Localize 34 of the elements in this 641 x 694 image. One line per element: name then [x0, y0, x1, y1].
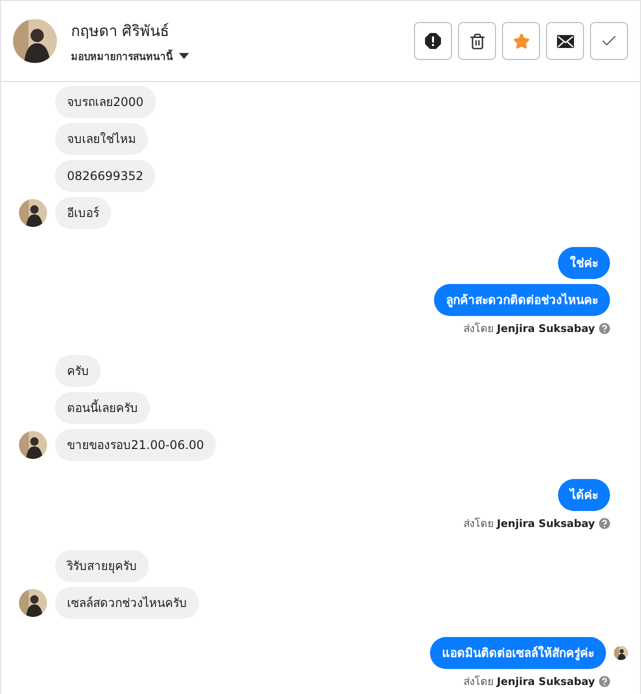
message-bubble: จบรถเลย2000 — [55, 86, 156, 118]
message-bubble: ได้ค่ะ — [558, 479, 610, 511]
sent-by-label: ส่งโดย Jenjira Suksabay — [464, 322, 595, 337]
message-bubble: แอดมินติดต่อเซลล์ให้สักครู่ค่ะ — [430, 637, 606, 669]
delete-button[interactable] — [458, 22, 496, 60]
avatar — [19, 199, 47, 227]
message-bubble: จบเลยใช่ไหม — [55, 123, 148, 155]
help-icon — [599, 323, 610, 334]
assign-dropdown[interactable]: มอบหมายการสนทนานี้ — [71, 48, 414, 64]
alert-octagon-icon — [425, 33, 441, 49]
avatar — [19, 431, 47, 459]
message-bubble: ลูกค้าสะดวกติดต่อช่วงไหนคะ — [434, 284, 610, 316]
help-icon — [599, 518, 610, 529]
message-bubble: 0826699352 — [55, 160, 156, 192]
envelope-icon — [556, 34, 574, 48]
message-bubble: อีเบอร์ — [55, 197, 111, 229]
avatar — [19, 589, 47, 617]
message-bubble: ตอนนี้เลยครับ — [55, 392, 150, 424]
message-bubble: ครับ — [55, 355, 101, 387]
trash-icon — [468, 32, 486, 50]
help-icon — [599, 676, 610, 687]
seen-avatar — [614, 646, 628, 660]
unread-button[interactable] — [546, 22, 584, 60]
spam-button[interactable] — [414, 22, 452, 60]
caret-icon — [179, 53, 189, 59]
message-bubble: ขายของรอบ21.00-06.00 — [55, 429, 216, 461]
star-button[interactable] — [502, 22, 540, 60]
sent-by-label: ส่งโดย Jenjira Suksabay — [464, 674, 595, 690]
contact-name: กฤษดา ศิริพันธ์ — [71, 20, 170, 42]
sent-by-label: ส่งโดย Jenjira Suksabay — [464, 516, 595, 532]
avatar — [13, 19, 57, 63]
message-bubble: เซลล์สดวกช่วงไหนครับ — [55, 587, 199, 619]
message-bubble: ใช่ค่ะ — [558, 247, 610, 279]
message-bubble: ริรับสายยุครับ — [55, 550, 149, 582]
